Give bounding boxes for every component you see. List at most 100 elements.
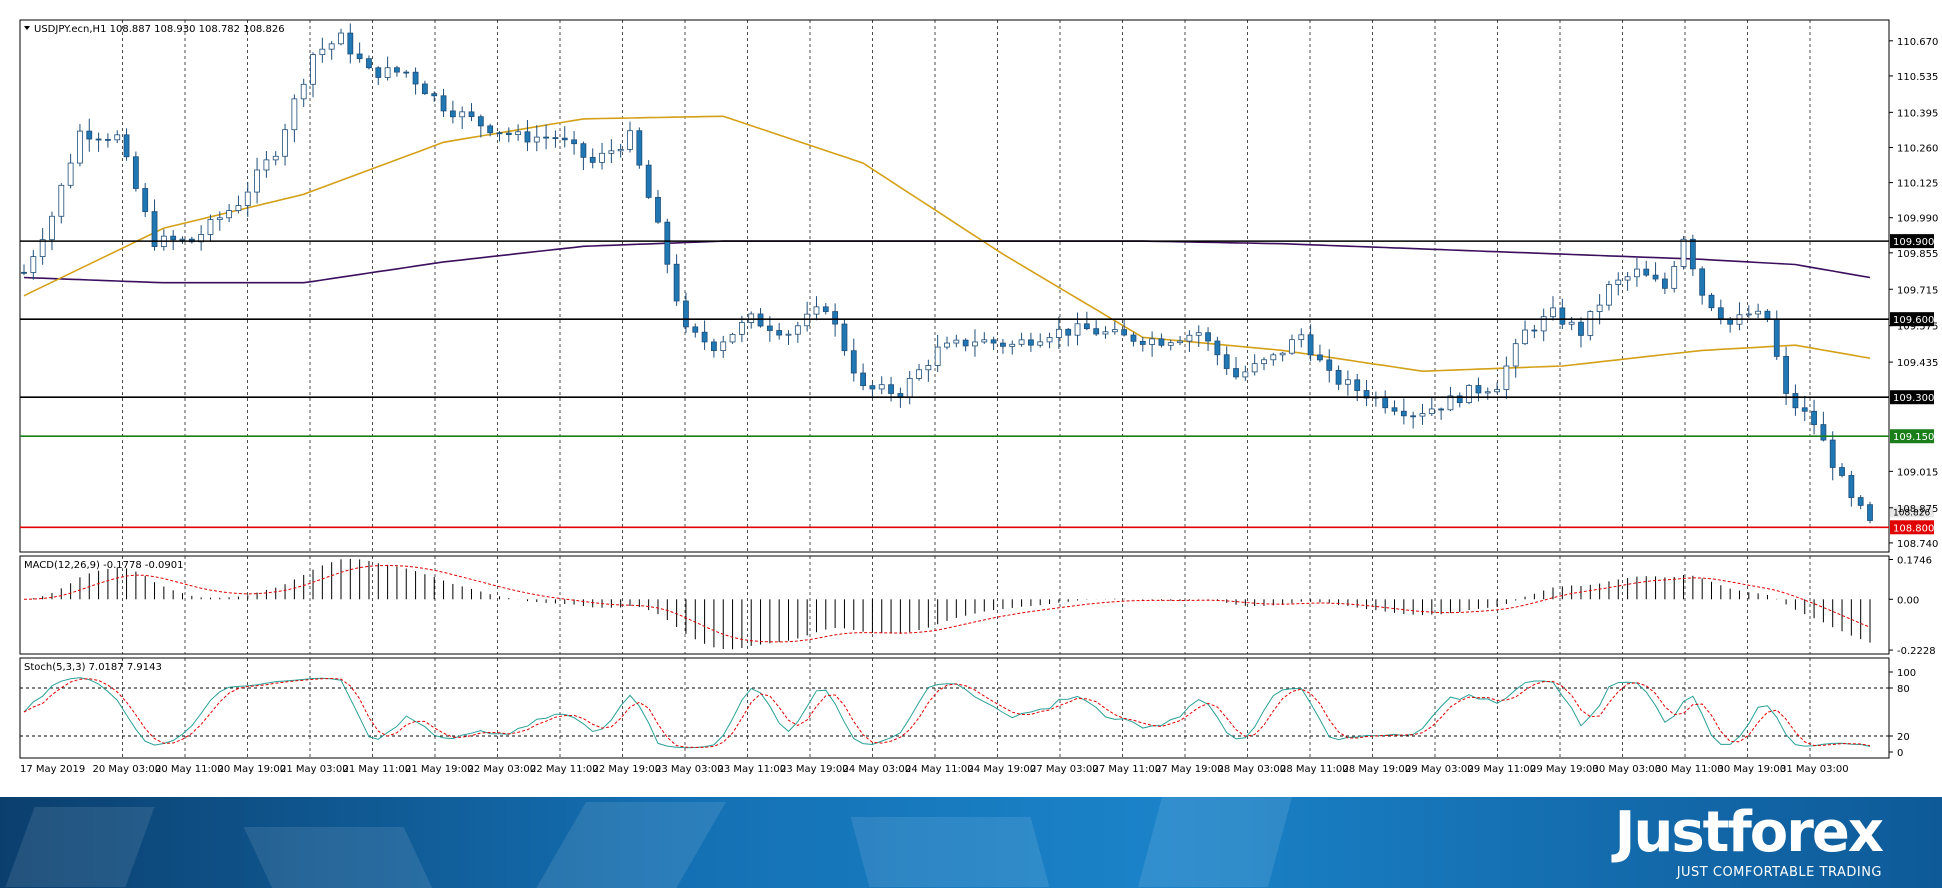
candle-body xyxy=(1251,363,1258,373)
macd-title: MACD(12,26,9) -0.1778 -0.0901 xyxy=(24,560,184,571)
time-tick-label: 20 May 11:00 xyxy=(155,764,224,775)
candle-body xyxy=(1475,385,1482,394)
candle-body xyxy=(1046,337,1053,343)
decor-shape xyxy=(1137,797,1293,887)
candle-body xyxy=(860,372,866,387)
candle-body xyxy=(888,384,894,394)
candle-body xyxy=(86,130,93,140)
stoch-title: Stoch(5,3,3) 7.0187 7.9143 xyxy=(24,662,162,673)
candle-body xyxy=(1652,274,1659,280)
candle-body xyxy=(1410,415,1417,418)
price-tick-label: 109.575 xyxy=(1897,322,1938,333)
candle-body xyxy=(1223,354,1230,369)
time-tick-label: 23 May 03:00 xyxy=(655,764,724,775)
candle-body xyxy=(114,134,121,141)
candle-body xyxy=(1158,338,1165,346)
time-tick-label: 17 May 2019 xyxy=(20,764,85,775)
level-label: 109.900 xyxy=(1893,237,1934,248)
candle-body xyxy=(972,341,978,347)
candle-body xyxy=(235,205,242,211)
candle-body xyxy=(897,393,904,398)
time-tick-label: 24 May 11:00 xyxy=(905,764,974,775)
candle-body xyxy=(226,210,233,219)
time-tick-label: 29 May 03:00 xyxy=(1405,764,1474,775)
candle-body xyxy=(515,131,522,136)
price-tick-label: 110.395 xyxy=(1897,108,1938,119)
candle-body xyxy=(729,333,736,343)
candle-body xyxy=(738,322,745,335)
candle-body xyxy=(1177,340,1183,344)
candle-body xyxy=(1717,307,1724,320)
candle-body xyxy=(990,339,997,344)
justforex-logo: Justforex xyxy=(1614,800,1884,865)
candle-body xyxy=(552,137,559,140)
candle-body xyxy=(1242,371,1249,378)
time-tick-label: 23 May 11:00 xyxy=(718,764,787,775)
price-tick-label: 109.990 xyxy=(1897,214,1938,225)
candle-body xyxy=(599,152,605,163)
time-tick-label: 24 May 03:00 xyxy=(843,764,912,775)
candle-body xyxy=(1121,329,1128,336)
candle-body xyxy=(636,130,643,166)
decor-shape xyxy=(243,827,437,888)
main-frame xyxy=(19,19,1890,759)
candle-body xyxy=(785,333,792,336)
candle-body xyxy=(543,136,550,139)
candle-body xyxy=(1531,329,1538,332)
candle-body xyxy=(21,271,27,274)
candle-body xyxy=(533,136,540,143)
candle-body xyxy=(49,215,55,241)
tagline: JUST COMFORTABLE TRADING xyxy=(1676,865,1882,880)
time-tick-label: 22 May 19:00 xyxy=(593,764,662,775)
time-tick-label: 30 May 03:00 xyxy=(1593,764,1662,775)
candle-body xyxy=(561,137,568,141)
candle-body xyxy=(291,98,298,131)
candle-body xyxy=(617,149,624,152)
candle-body xyxy=(1839,467,1845,476)
candle-body xyxy=(1289,339,1295,354)
candle-body xyxy=(1680,238,1687,267)
candle-body xyxy=(412,71,419,85)
brand-footer: Justforex JUST COMFORTABLE TRADING xyxy=(0,797,1942,888)
macd-tick-label: 0.1746 xyxy=(1897,556,1932,567)
candle-body xyxy=(1494,389,1500,393)
candle-body xyxy=(1624,276,1631,281)
candle-body xyxy=(216,217,223,220)
candle-body xyxy=(1755,310,1762,315)
time-tick-label: 21 May 03:00 xyxy=(280,764,349,775)
time-tick-label: 28 May 19:00 xyxy=(1343,764,1412,775)
candle-body xyxy=(105,138,111,141)
price-axis: 110.670 110.535 110.395 110.260 110.125 109.9… xyxy=(1889,37,1938,550)
candle-body xyxy=(776,330,783,336)
candle-body xyxy=(711,341,717,351)
price-tick-label: 110.670 xyxy=(1897,37,1938,48)
candle-body xyxy=(1102,331,1109,335)
macd-pane xyxy=(19,555,1890,655)
candle-body xyxy=(878,384,885,390)
candle-body xyxy=(1261,359,1267,365)
price-tick-label: 108.875 xyxy=(1897,504,1938,515)
candle-body xyxy=(1233,368,1239,378)
candle-body xyxy=(1195,332,1202,336)
candle-body xyxy=(1307,334,1314,356)
candle-body xyxy=(580,143,587,158)
candle-body xyxy=(67,162,74,186)
candle-body xyxy=(207,219,214,235)
candle-body xyxy=(132,156,139,189)
candle-body xyxy=(1037,341,1044,346)
candle-body xyxy=(701,331,708,343)
candle-body xyxy=(1699,268,1706,296)
candle-body xyxy=(1503,365,1510,390)
stoch-tick-label: 20 xyxy=(1897,732,1910,743)
candle-body xyxy=(1727,318,1734,325)
time-tick-label: 28 May 11:00 xyxy=(1280,764,1349,775)
candle-body xyxy=(1606,284,1612,306)
candle-body xyxy=(832,311,839,325)
candle-body xyxy=(673,263,680,302)
candle-body xyxy=(720,341,727,351)
candle-body xyxy=(1689,238,1696,270)
time-tick-label: 29 May 11:00 xyxy=(1468,764,1537,775)
candle-body xyxy=(1634,268,1640,278)
candle-body xyxy=(310,54,316,85)
candle-body xyxy=(1596,304,1603,312)
